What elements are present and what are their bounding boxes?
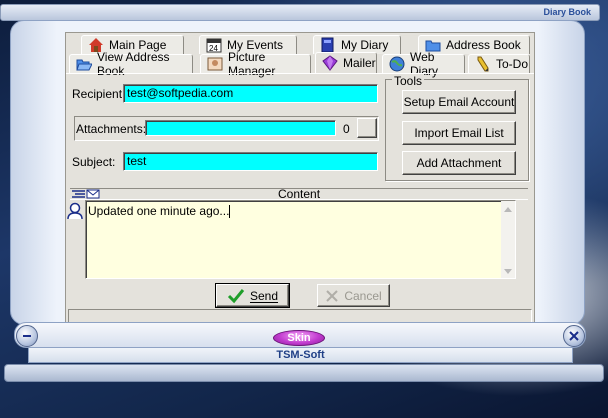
gem-icon [322, 55, 338, 71]
attachments-browse-button[interactable] [357, 118, 377, 138]
tab-web-diary[interactable]: Web Diary [382, 50, 465, 78]
app-title: Diary Book [543, 7, 591, 17]
attachments-field[interactable] [145, 120, 336, 136]
import-email-list-button[interactable]: Import Email List [402, 121, 516, 145]
content-text: Updated one minute ago... [88, 204, 230, 218]
pencil-icon [477, 56, 489, 72]
scroll-down-icon[interactable] [504, 269, 512, 274]
align-mail-icon[interactable] [71, 189, 101, 199]
subject-label: Subject: [72, 155, 116, 169]
tab-view-address-book[interactable]: View Address Book [69, 50, 193, 78]
scroll-up-icon[interactable] [504, 207, 512, 212]
add-attachment-button[interactable]: Add Attachment [402, 151, 516, 175]
attachments-label: Attachments: [76, 122, 147, 136]
globe-icon [389, 56, 405, 72]
text-caret [229, 205, 231, 219]
minimize-button[interactable] [16, 325, 38, 347]
setup-email-account-button[interactable]: Setup Email Account [402, 90, 516, 114]
content-label: Content [278, 187, 321, 201]
book-icon [321, 37, 334, 53]
folder-open-icon [76, 59, 92, 71]
send-button[interactable]: Send [215, 283, 290, 308]
picture-icon [207, 57, 223, 71]
tab-to-do[interactable]: To-Do [468, 54, 530, 73]
title-bar: Diary Book [0, 4, 600, 21]
cancel-x-icon [326, 289, 339, 302]
cancel-button[interactable]: Cancel [317, 284, 390, 307]
close-button[interactable] [563, 325, 585, 347]
calendar-icon: 24 [206, 38, 222, 53]
tab-picture-manager[interactable]: Picture Manager [200, 50, 311, 78]
bottom-strip [4, 364, 604, 382]
content-textarea[interactable]: Updated one minute ago... [85, 200, 516, 279]
tab-mailer[interactable]: Mailer [315, 52, 377, 73]
subject-field[interactable]: test [123, 152, 378, 171]
close-icon [569, 331, 579, 341]
contact-icon[interactable] [67, 202, 83, 220]
footer-brand: TSM-Soft [28, 347, 573, 363]
minimize-icon [23, 335, 31, 337]
checkmark-icon [227, 288, 245, 303]
tools-title: Tools [392, 74, 425, 88]
attachments-count: 0 [343, 122, 350, 136]
svg-text:24: 24 [209, 44, 218, 53]
skin-button[interactable]: Skin [273, 330, 325, 346]
tab-divider [66, 73, 534, 74]
recipient-label: Recipient: [72, 87, 126, 101]
recipient-field[interactable]: test@softpedia.com [123, 84, 378, 103]
content-scrollbar[interactable] [501, 201, 515, 278]
